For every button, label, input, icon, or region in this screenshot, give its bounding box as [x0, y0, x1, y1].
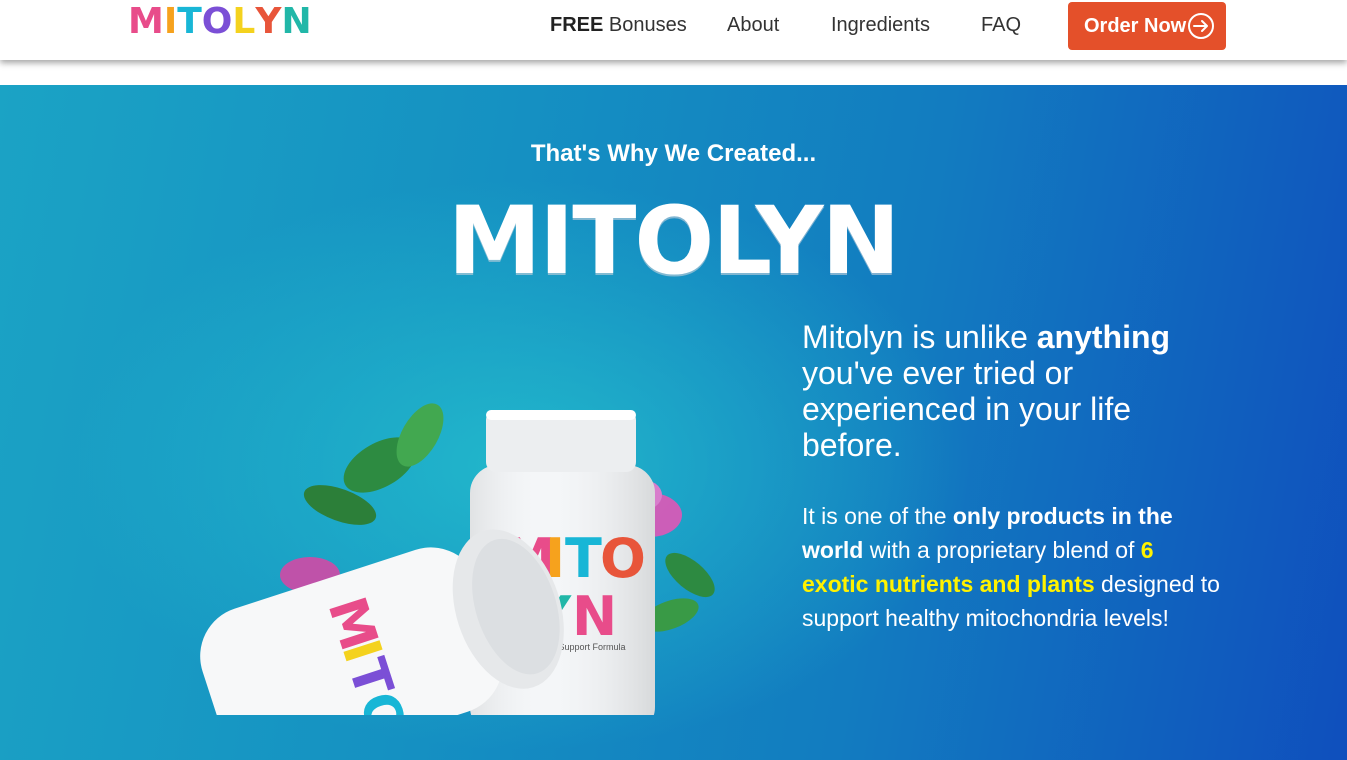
hero-body: It is one of the only products in the wo… — [802, 499, 1222, 635]
nav-ingredients[interactable]: Ingredients — [831, 13, 930, 37]
hero-kicker: That's Why We Created... — [530, 140, 817, 167]
hero-lead: Mitolyn is unlike anything you've ever t… — [802, 319, 1222, 463]
nav-faq[interactable]: FAQ — [981, 13, 1021, 37]
nav-about[interactable]: About — [727, 13, 779, 37]
nav-free-bonuses[interactable]: FREE Bonuses — [550, 13, 687, 37]
lead-bold: anything — [1036, 319, 1171, 355]
nav-free-prefix: FREE — [550, 14, 604, 36]
lying-bottle: M I T O — [200, 529, 564, 760]
svg-text:O: O — [600, 527, 646, 590]
body-text-2: with a proprietary blend of — [863, 537, 1141, 563]
lead-text-1: Mitolyn is unlike — [802, 319, 1037, 355]
order-now-label: Order Now — [1084, 15, 1187, 37]
svg-text:N: N — [572, 585, 617, 648]
product-image: M I T O L Y N Loss Support Formula M I — [180, 315, 740, 760]
body-text-1: It is one of the — [802, 503, 953, 529]
lead-text-2: you've ever tried or experienced in your… — [802, 355, 1132, 463]
hero-section: That's Why We Created... MITOLYN I T O N… — [0, 85, 1347, 760]
site-header: MITOLYN FREE Bonuses About Ingredients F… — [0, 0, 1347, 60]
hero-copy: Mitolyn is unlike anything you've ever t… — [802, 319, 1222, 635]
hero-title: MITOLYN — [447, 187, 901, 296]
svg-text:T: T — [565, 527, 602, 590]
order-now-button[interactable]: Order Now — [1068, 2, 1226, 50]
arrow-right-circle-icon — [1188, 13, 1214, 39]
nav-bonuses-label: Bonuses — [608, 14, 687, 36]
